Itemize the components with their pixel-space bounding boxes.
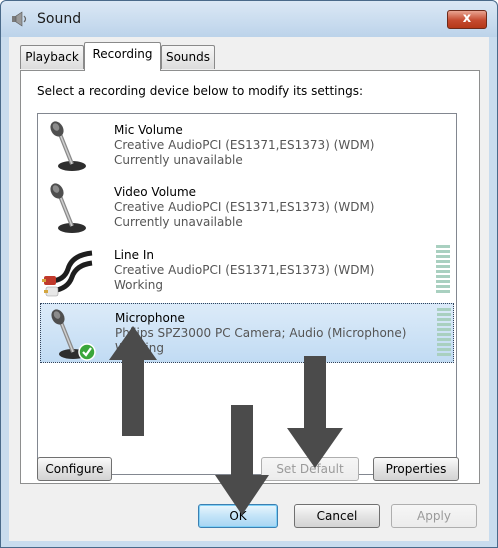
device-description: Philips SPZ3000 PC Camera; Audio (Microp… [115, 326, 407, 340]
device-status: Working [114, 278, 163, 292]
microphone-icon [50, 121, 86, 171]
down-arrow-annotation-set-default [287, 356, 343, 468]
close-button[interactable]: x [447, 10, 487, 29]
device-description: Creative AudioPCI (ES1371,ES1373) (WDM) [114, 263, 375, 277]
up-arrow-annotation [109, 326, 157, 436]
title-bar[interactable]: Sound x [1, 1, 497, 37]
speaker-icon [12, 11, 27, 27]
device-name: Microphone [115, 311, 185, 325]
cancel-button[interactable]: Cancel [294, 504, 380, 528]
device-description: Creative AudioPCI (ES1371,ES1373) (WDM) [114, 200, 375, 214]
tab-recording[interactable]: Recording [84, 42, 161, 71]
microphone-default-icon [51, 309, 96, 361]
microphone-icon [50, 183, 86, 233]
rca-cable-icon [42, 250, 93, 297]
device-row-line-in[interactable]: Line In Creative AudioPCI (ES1371,ES1373… [40, 241, 454, 301]
apply-button[interactable]: Apply [391, 504, 477, 528]
down-arrow-annotation-ok [215, 405, 269, 515]
properties-button[interactable]: Properties [373, 457, 459, 481]
configure-button[interactable]: Configure [37, 457, 112, 481]
device-row-microphone[interactable]: Microphone Philips SPZ3000 PC Camera; Au… [40, 303, 454, 363]
close-icon: x [462, 11, 472, 26]
instruction-text: Select a recording device below to modif… [37, 84, 364, 98]
device-name: Mic Volume [114, 123, 183, 137]
device-name: Video Volume [114, 185, 197, 199]
device-status: Currently unavailable [114, 215, 243, 229]
level-meter [437, 308, 451, 358]
sound-dialog: Sound x Playback Recording Sounds Select… [0, 0, 498, 548]
device-row-mic-volume[interactable]: Mic Volume Creative AudioPCI (ES1371,ES1… [40, 116, 454, 176]
tab-sounds[interactable]: Sounds [161, 45, 215, 69]
tab-playback[interactable]: Playback [20, 45, 84, 69]
device-name: Line In [114, 248, 154, 262]
device-status: Currently unavailable [114, 153, 243, 167]
device-row-video-volume[interactable]: Video Volume Creative AudioPCI (ES1371,E… [40, 178, 454, 238]
device-description: Creative AudioPCI (ES1371,ES1373) (WDM) [114, 138, 375, 152]
window-title: Sound [37, 11, 82, 27]
level-meter [436, 245, 450, 295]
